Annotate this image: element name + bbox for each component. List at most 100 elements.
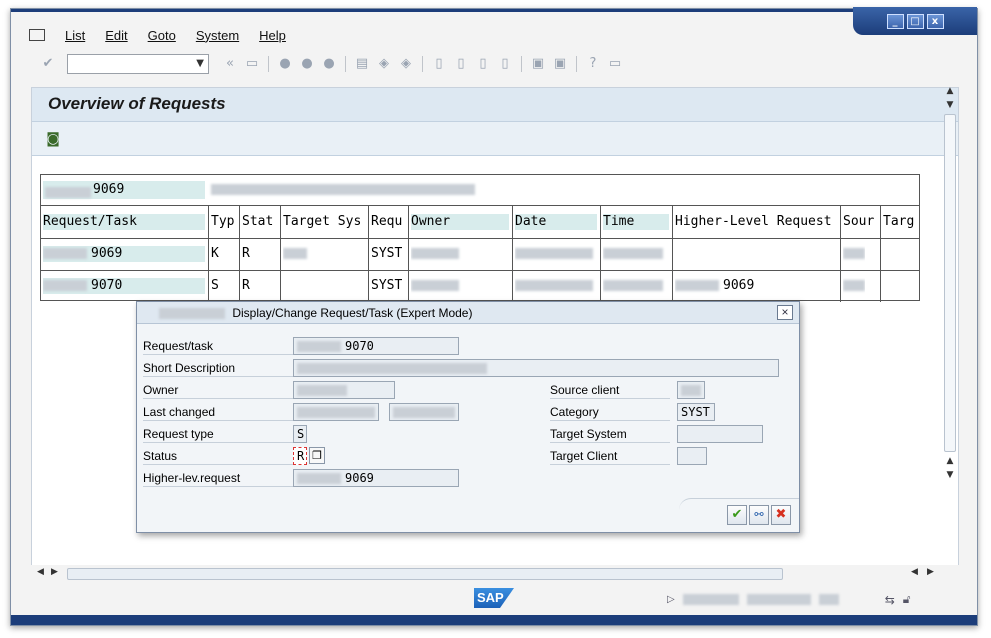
table-cell [675, 246, 837, 262]
display-object-icon[interactable]: ◙ [44, 130, 62, 148]
label-target-client: Target Client [550, 447, 670, 465]
scroll-right-small-icon[interactable]: ▶ [51, 567, 58, 577]
last-changed-date-field[interactable] [293, 403, 379, 421]
status-fields: ▷ ⇆ 🔓︎ [667, 592, 911, 607]
scroll-right-icon[interactable]: ▶ [927, 567, 934, 577]
copy-icon[interactable]: ❐ [309, 447, 325, 464]
first-page-icon[interactable]: ▯ [430, 55, 448, 73]
table-cell [843, 278, 865, 294]
table-cell: 9069 [675, 278, 837, 294]
table-cell: K [211, 246, 219, 261]
enter-icon[interactable]: ✔ [39, 55, 57, 73]
column-header[interactable]: Typ [211, 214, 234, 230]
short-description-field[interactable] [293, 359, 779, 377]
column-header[interactable]: Time [603, 214, 669, 230]
request-task-field[interactable]: 9070 [293, 337, 459, 355]
table-cell [515, 246, 597, 262]
scroll-page-down-icon[interactable]: ▼ [943, 468, 957, 482]
label-source-client: Source client [550, 381, 670, 399]
close-window-button[interactable]: x [926, 13, 944, 29]
help-icon[interactable]: ? [584, 55, 602, 73]
window-bottom-bar [11, 615, 977, 625]
table-cell: S [211, 278, 219, 293]
horizontal-scrollbar[interactable]: ◀ ▶ ◀ ▶ [31, 565, 959, 583]
scroll-page-up-icon[interactable]: ▲ [943, 454, 957, 468]
target-client-field[interactable] [677, 447, 707, 465]
column-header[interactable]: Targ [883, 214, 914, 230]
maximize-button[interactable]: □ [906, 13, 924, 29]
dialog-footer: ✔ ⚯ ✖ [137, 498, 799, 533]
previous-page-icon[interactable]: ▯ [452, 55, 470, 73]
scroll-left-end-icon[interactable]: ◀ [911, 567, 918, 577]
scrollbar-thumb[interactable] [67, 568, 783, 580]
header-request-description [211, 182, 475, 197]
request-type-field[interactable]: S [293, 425, 307, 443]
column-header[interactable]: Requ [371, 214, 402, 230]
target-system-field[interactable] [677, 425, 763, 443]
table-cell [603, 278, 669, 294]
category-field[interactable]: SYST [677, 403, 715, 421]
column-header[interactable]: Target Sys [283, 214, 361, 230]
menu-system[interactable]: System [196, 28, 239, 43]
column-header[interactable]: Stat [242, 214, 273, 230]
print-icon[interactable]: ▤ [353, 55, 371, 73]
menu-exit-icon[interactable] [29, 29, 45, 41]
confirm-button[interactable]: ✔ [727, 505, 747, 525]
menu-edit[interactable]: Edit [105, 28, 127, 43]
last-changed-time-field[interactable] [389, 403, 459, 421]
col-type: Typ K S [209, 206, 240, 302]
save-icon[interactable]: ▭ [243, 55, 261, 73]
table-cell [411, 246, 509, 262]
shortcut-icon[interactable]: ▣ [551, 55, 569, 73]
lock-icon[interactable]: 🔓︎ [903, 592, 911, 607]
new-session-icon[interactable]: ▣ [529, 55, 547, 73]
display-change-button[interactable]: ⚯ [749, 505, 769, 525]
find-icon[interactable]: ◈ [375, 55, 393, 73]
menu-list[interactable]: List [65, 28, 85, 43]
toolbar-separator [268, 56, 269, 72]
status-expand-icon[interactable]: ▷ [667, 594, 675, 605]
scroll-left-icon[interactable]: ◀ [37, 567, 44, 577]
cancel-icon[interactable]: ● [320, 55, 338, 73]
toolbar-separator [345, 56, 346, 72]
command-field[interactable]: ▼ [67, 54, 209, 74]
column-header[interactable]: Higher-Level Request [675, 214, 832, 230]
status-client [746, 594, 811, 605]
chevron-down-icon[interactable]: ▼ [196, 58, 204, 69]
page-title: Overview of Requests [48, 94, 226, 113]
minimize-button[interactable]: _ [886, 13, 904, 29]
transfer-icon[interactable]: ⇆ [885, 593, 895, 607]
scrollbar-track[interactable] [944, 114, 956, 452]
table-cell: SYST [371, 246, 403, 261]
label-last-changed: Last changed [143, 403, 293, 421]
menu-help[interactable]: Help [259, 28, 286, 43]
back-icon[interactable]: ● [276, 55, 294, 73]
scroll-down-icon[interactable]: ▼ [943, 98, 957, 112]
exit-icon[interactable]: ● [298, 55, 316, 73]
dialog-title-bar: Display/Change Request/Task (Expert Mode… [137, 302, 799, 324]
owner-field[interactable] [293, 381, 395, 399]
customize-layout-icon[interactable]: ▭ [606, 55, 624, 73]
dialog-close-button[interactable]: × [777, 305, 793, 320]
title-band: Overview of Requests [32, 88, 958, 122]
back-double-icon[interactable]: « [221, 55, 239, 73]
find-next-icon[interactable]: ◈ [397, 55, 415, 73]
table-cell[interactable]: 9069 [43, 246, 205, 262]
next-page-icon[interactable]: ▯ [474, 55, 492, 73]
cancel-button[interactable]: ✖ [771, 505, 791, 525]
table-cell [411, 278, 509, 294]
table-cell [603, 246, 669, 262]
column-header[interactable]: Sour [843, 214, 874, 230]
column-header[interactable]: Owner [411, 214, 509, 230]
column-header[interactable]: Request/Task [43, 214, 205, 230]
table-cell[interactable]: 9070 [43, 278, 205, 294]
status-field[interactable]: R [293, 447, 307, 465]
last-page-icon[interactable]: ▯ [496, 55, 514, 73]
vertical-scrollbar[interactable]: ▲ ▼ ▲ ▼ [943, 84, 957, 498]
column-header[interactable]: Date [515, 214, 597, 230]
table-cell: SYST [371, 278, 403, 293]
higher-lev-request-field[interactable]: 9069 [293, 469, 459, 487]
source-client-field[interactable] [677, 381, 705, 399]
menu-goto[interactable]: Goto [148, 28, 176, 43]
scroll-up-icon[interactable]: ▲ [943, 84, 957, 98]
